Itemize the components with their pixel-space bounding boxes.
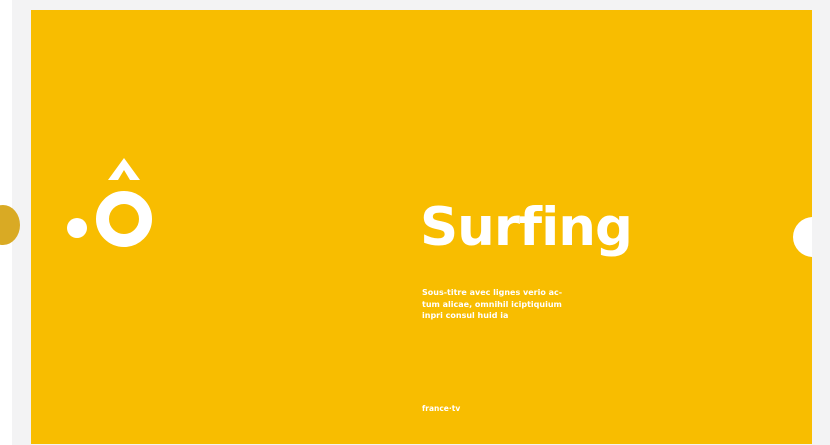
brand-logo-text: france·tv — [422, 404, 461, 413]
previous-slide-peek[interactable] — [0, 205, 20, 245]
slide-subtitle: Sous-titre avec lignes verio ac- tum ali… — [422, 287, 622, 322]
slide-title: Surfing — [420, 197, 633, 258]
logo-dot-icon — [67, 218, 87, 238]
right-gutter — [812, 0, 830, 445]
next-slide-dot-icon[interactable] — [793, 217, 812, 257]
logo-ring-icon — [96, 191, 152, 247]
carousel-stage: Surfing Sous-titre avec lignes verio ac-… — [0, 0, 830, 445]
subtitle-line: tum alicae, omnihil iciptiquium — [422, 299, 562, 309]
subtitle-line: Sous-titre avec lignes verio ac- — [422, 288, 563, 297]
subtitle-line: inpri consul huid ia — [422, 311, 509, 320]
carousel-slide: Surfing Sous-titre avec lignes verio ac-… — [31, 10, 812, 444]
logo-circumflex-icon — [108, 158, 140, 180]
